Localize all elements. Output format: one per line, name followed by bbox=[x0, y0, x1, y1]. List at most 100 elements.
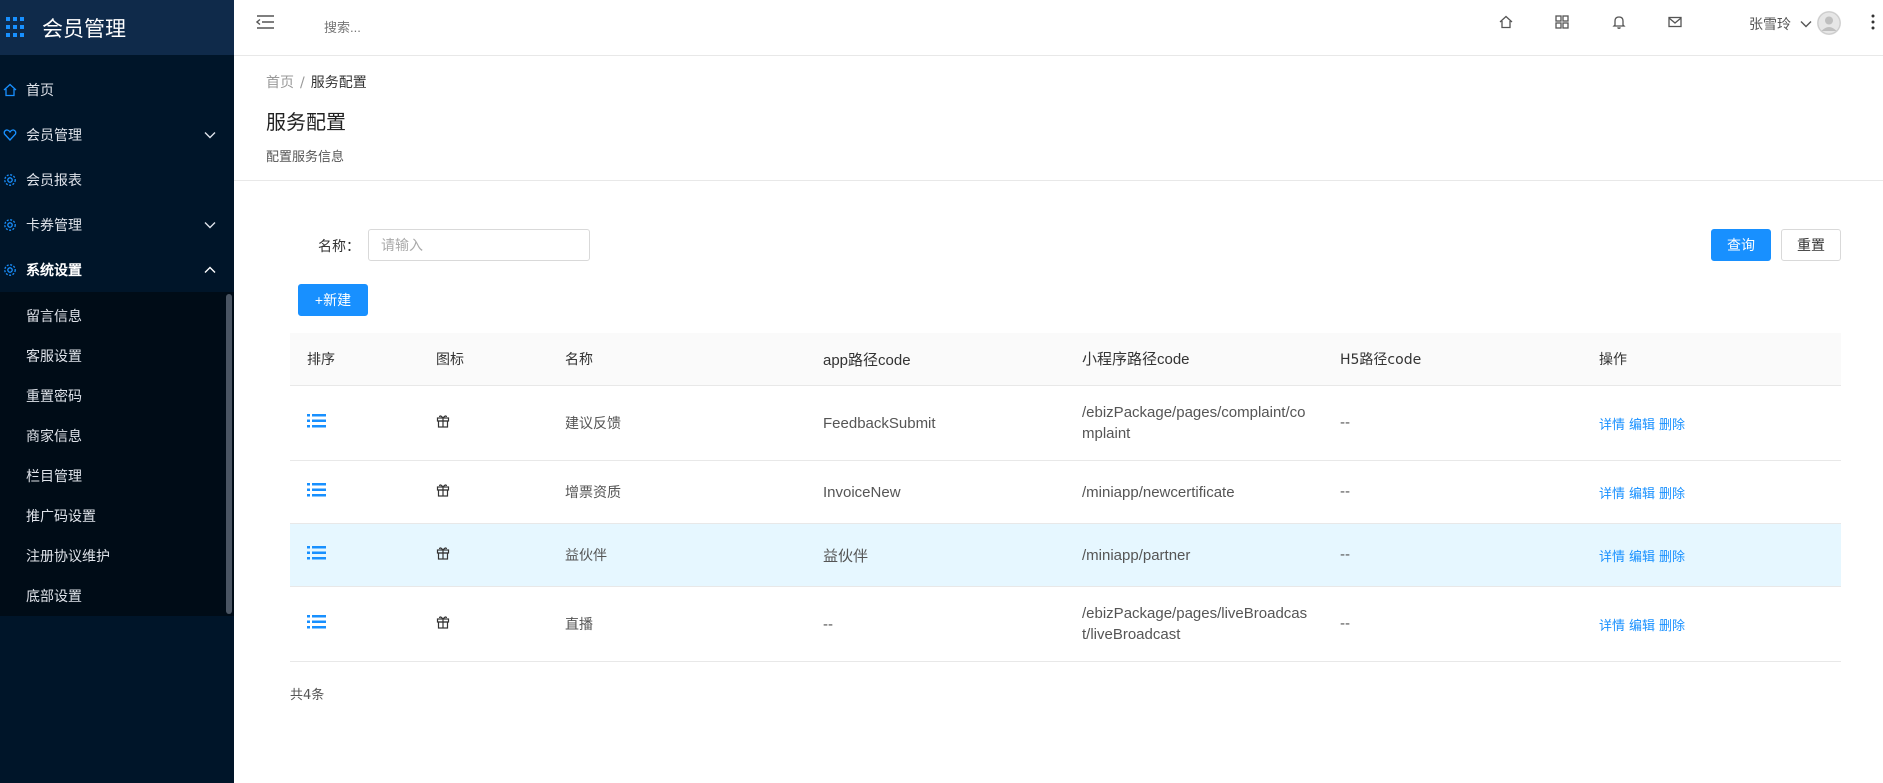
drag-sort-icon[interactable] bbox=[307, 414, 327, 433]
home-icon[interactable] bbox=[1498, 14, 1516, 32]
mail-icon[interactable] bbox=[1667, 14, 1685, 32]
sidebar-item-label: 会员管理 bbox=[26, 127, 82, 144]
detail-link[interactable]: 详情 bbox=[1599, 619, 1625, 634]
edit-link[interactable]: 编辑 bbox=[1629, 619, 1655, 634]
row-h5-code: -- bbox=[1340, 547, 1351, 563]
breadcrumb-home[interactable]: 首页 bbox=[266, 75, 294, 91]
edit-link[interactable]: 编辑 bbox=[1629, 487, 1655, 502]
row-app-code: FeedbackSubmit bbox=[823, 414, 936, 432]
table-row[interactable]: 建议反馈 FeedbackSubmit /ebizPackage/pages/c… bbox=[290, 386, 1841, 461]
edit-link[interactable]: 编辑 bbox=[1629, 418, 1655, 433]
sidebar-menu: 首页 会员管理 会员报表 卡券管理 系统设置 留言信息 客服设置 重置密码 商家… bbox=[0, 67, 234, 616]
delete-link[interactable]: 删除 bbox=[1659, 619, 1685, 634]
row-app-code: 益伙伴 bbox=[823, 547, 869, 565]
sidebar-item-home[interactable]: 首页 bbox=[0, 67, 234, 112]
delete-link[interactable]: 删除 bbox=[1659, 418, 1685, 433]
bell-icon[interactable] bbox=[1611, 14, 1629, 32]
submenu-item-customer-service[interactable]: 客服设置 bbox=[0, 336, 234, 376]
gift-icon bbox=[436, 484, 450, 501]
sidebar-scrollbar[interactable] bbox=[226, 294, 232, 614]
column-header-h5-code: H5路径code bbox=[1340, 352, 1422, 368]
more-vertical-icon[interactable] bbox=[1871, 14, 1875, 30]
row-mini-code: /miniapp/newcertificate bbox=[1082, 483, 1235, 501]
page-description: 配置服务信息 bbox=[266, 150, 345, 165]
edit-link[interactable]: 编辑 bbox=[1629, 550, 1655, 565]
new-button[interactable]: +新建 bbox=[298, 284, 368, 316]
reset-button[interactable]: 重置 bbox=[1781, 229, 1841, 261]
main-content: 名称： 查询 重置 +新建 排序 图标 名称 app路径code 小程序路径co… bbox=[234, 181, 1883, 783]
detail-link[interactable]: 详情 bbox=[1599, 550, 1625, 565]
submenu-item-column-management[interactable]: 栏目管理 bbox=[0, 456, 234, 496]
sidebar-item-system-settings[interactable]: 系统设置 bbox=[0, 247, 234, 292]
chevron-up-icon bbox=[204, 262, 216, 278]
logo: 会员管理 bbox=[0, 0, 234, 55]
submenu-item-registration-agreement[interactable]: 注册协议维护 bbox=[0, 536, 234, 576]
row-name: 益伙伴 bbox=[565, 548, 607, 564]
gift-icon bbox=[436, 547, 450, 564]
submenu-item-footer-settings[interactable]: 底部设置 bbox=[0, 576, 234, 616]
system-settings-submenu: 留言信息 客服设置 重置密码 商家信息 栏目管理 推广码设置 注册协议维护 底部… bbox=[0, 292, 234, 616]
apps-grid-icon[interactable] bbox=[1554, 14, 1572, 32]
column-header-actions: 操作 bbox=[1599, 352, 1627, 368]
sidebar: 会员管理 首页 会员管理 会员报表 卡券管理 系统设置 留言信息 客服设置 重置… bbox=[0, 0, 234, 783]
column-header-mini-code: 小程序路径code bbox=[1082, 350, 1190, 368]
grid-logo-icon bbox=[6, 16, 28, 39]
row-app-code: -- bbox=[823, 615, 833, 633]
home-icon bbox=[2, 82, 18, 98]
menu-fold-icon[interactable] bbox=[255, 14, 278, 36]
sidebar-item-member-report[interactable]: 会员报表 bbox=[0, 157, 234, 202]
column-header-name: 名称 bbox=[565, 352, 593, 368]
table-header: 排序 图标 名称 app路径code 小程序路径code H5路径code 操作 bbox=[290, 333, 1841, 386]
submenu-item-merchant-info[interactable]: 商家信息 bbox=[0, 416, 234, 456]
sidebar-item-label: 系统设置 bbox=[26, 262, 82, 279]
delete-link[interactable]: 删除 bbox=[1659, 550, 1685, 565]
avatar[interactable] bbox=[1817, 11, 1841, 35]
table-row[interactable]: 增票资质 InvoiceNew /miniapp/newcertificate … bbox=[290, 461, 1841, 524]
breadcrumb-current: 服务配置 bbox=[310, 75, 367, 91]
sidebar-item-coupon-management[interactable]: 卡券管理 bbox=[0, 202, 234, 247]
name-filter-input[interactable] bbox=[368, 229, 590, 261]
query-button[interactable]: 查询 bbox=[1711, 229, 1771, 261]
app-title: 会员管理 bbox=[42, 16, 126, 41]
row-name: 直播 bbox=[565, 617, 593, 633]
row-h5-code: -- bbox=[1340, 484, 1351, 500]
gift-icon bbox=[436, 415, 450, 432]
row-mini-code: /miniapp/partner bbox=[1082, 546, 1191, 564]
drag-sort-icon[interactable] bbox=[307, 483, 327, 502]
name-filter-label: 名称： bbox=[318, 239, 360, 255]
chevron-down-icon[interactable] bbox=[1800, 16, 1812, 32]
row-mini-code: /ebizPackage/pages/liveBroadcast/liveBro… bbox=[1082, 605, 1308, 643]
gear-icon bbox=[2, 217, 18, 233]
user-name[interactable]: 张雪玲 bbox=[1749, 14, 1791, 34]
table-row[interactable]: 益伙伴 益伙伴 /miniapp/partner -- 详情 编辑 删除 bbox=[290, 524, 1841, 587]
sidebar-item-label: 首页 bbox=[26, 82, 54, 99]
gear-icon bbox=[2, 172, 18, 188]
submenu-item-promo-code[interactable]: 推广码设置 bbox=[0, 496, 234, 536]
breadcrumb-separator: / bbox=[300, 75, 305, 91]
gear-icon bbox=[2, 262, 18, 278]
column-header-app-code: app路径code bbox=[823, 351, 911, 369]
drag-sort-icon[interactable] bbox=[307, 546, 327, 565]
row-name: 增票资质 bbox=[565, 485, 621, 501]
table-row[interactable]: 直播 -- /ebizPackage/pages/liveBroadcast/l… bbox=[290, 587, 1841, 662]
breadcrumb: 首页 / 服务配置 bbox=[266, 72, 367, 92]
table-total-count: 共4条 bbox=[290, 688, 325, 703]
row-name: 建议反馈 bbox=[565, 416, 621, 432]
column-header-icon: 图标 bbox=[436, 352, 464, 368]
submenu-item-reset-password[interactable]: 重置密码 bbox=[0, 376, 234, 416]
sidebar-item-member-management[interactable]: 会员管理 bbox=[0, 112, 234, 157]
top-header: 张雪玲 bbox=[234, 0, 1883, 56]
search-input[interactable] bbox=[324, 13, 544, 41]
row-h5-code: -- bbox=[1340, 616, 1351, 632]
detail-link[interactable]: 详情 bbox=[1599, 487, 1625, 502]
column-header-sort: 排序 bbox=[307, 352, 335, 368]
submenu-item-messages[interactable]: 留言信息 bbox=[0, 296, 234, 336]
detail-link[interactable]: 详情 bbox=[1599, 418, 1625, 433]
delete-link[interactable]: 删除 bbox=[1659, 487, 1685, 502]
drag-sort-icon[interactable] bbox=[307, 615, 327, 634]
row-mini-code: /ebizPackage/pages/complaint/complaint bbox=[1082, 404, 1306, 442]
gift-icon bbox=[436, 616, 450, 633]
heart-icon bbox=[2, 127, 18, 143]
sidebar-item-label: 会员报表 bbox=[26, 172, 82, 189]
page-header: 首页 / 服务配置 服务配置 配置服务信息 bbox=[234, 56, 1883, 181]
